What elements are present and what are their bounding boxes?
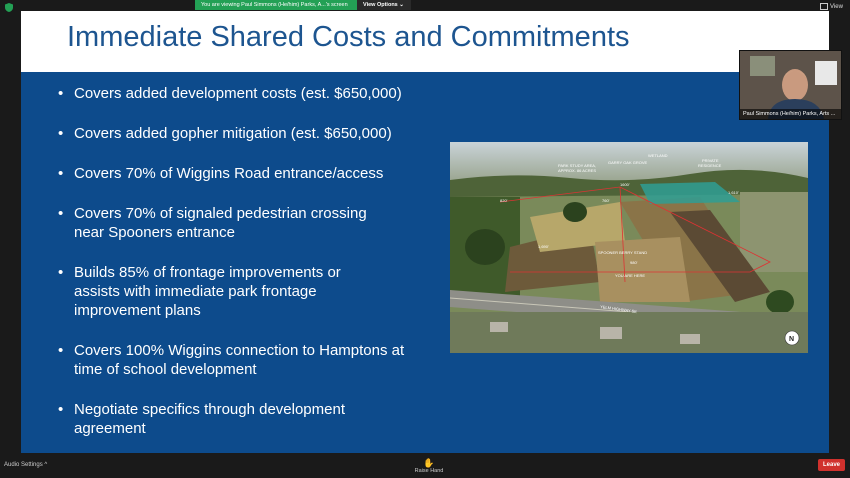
participant-name: Paul Simmons (He/him) Parks, Arts ...	[740, 109, 841, 119]
chevron-up-icon: ^	[44, 462, 48, 468]
shield-icon[interactable]	[5, 3, 13, 12]
map-label-you-are-here: YOU ARE HERE	[615, 273, 645, 278]
raise-hand-label: Raise Hand	[414, 468, 444, 474]
map-label-wetland: WETLAND	[648, 153, 668, 158]
zoom-bottom-bar: Audio Settings ^ ✋ Raise Hand Leave	[0, 455, 850, 478]
bullet-item: Covers added gopher mitigation (est. $65…	[58, 124, 438, 143]
bullet-item: Negotiate specifics through development a…	[58, 400, 438, 438]
north-label: N	[789, 336, 794, 343]
map-label-dim-2: 760'	[602, 198, 610, 203]
bullet-line: Covers 70% of Wiggins Road entrance/acce…	[74, 165, 384, 182]
leave-button[interactable]: Leave	[818, 459, 845, 471]
audio-settings-button[interactable]: Audio Settings ^	[4, 462, 47, 468]
audio-settings-label: Audio Settings	[4, 462, 43, 468]
map-label-dim-4: 1,610'	[728, 190, 739, 195]
zoom-top-bar: You are viewing Paul Simmons (He/him) Pa…	[0, 0, 850, 12]
slide-header: Immediate Shared Costs and Commitments	[21, 11, 829, 72]
viewing-banner: You are viewing Paul Simmons (He/him) Pa…	[195, 0, 359, 10]
hand-icon: ✋	[423, 458, 435, 468]
bullet-item: Builds 85% of frontage improvements or as…	[58, 263, 438, 320]
bullet-item: Covers added development costs (est. $65…	[58, 84, 438, 103]
bullet-item: Covers 70% of Wiggins Road entrance/acce…	[58, 164, 438, 183]
bullet-line: Covers 70% of signaled pedestrian crossi…	[74, 205, 367, 222]
participant-video[interactable]: Paul Simmons (He/him) Parks, Arts ...	[739, 50, 842, 120]
view-options-label: View Options	[363, 2, 398, 8]
bullet-line: Covers added gopher mitigation (est. $65…	[74, 125, 392, 142]
shared-screen-slide: Immediate Shared Costs and Commitments C…	[21, 11, 829, 453]
grid-view-icon	[820, 3, 828, 10]
map-label-garry-oak: GARRY OAK GROVE	[608, 160, 648, 165]
raise-hand-button[interactable]: ✋ Raise Hand	[414, 458, 444, 474]
map-label-dim-1: 1600'	[620, 182, 630, 187]
map-label-dim-5: 1,690'	[538, 244, 549, 249]
bullet-line: agreement	[74, 420, 146, 437]
map-label-spooner: SPOONER BERRY STAND	[598, 250, 647, 255]
aerial-site-map: WETLAND PARK STUDY AREA, APPROX. 86 ACRE…	[450, 142, 808, 353]
bullet-list: Covers added development costs (est. $65…	[58, 84, 438, 453]
bullet-line: assists with immediate park frontage	[74, 283, 317, 300]
map-label-dim-3: 980'	[630, 260, 638, 265]
bullet-line: Covers added development costs (est. $65…	[74, 85, 402, 102]
view-options-button[interactable]: View Options ⌄	[357, 0, 411, 10]
bullet-line: Covers 100% Wiggins connection to Hampto…	[74, 342, 405, 359]
bullet-item: Covers 100% Wiggins connection to Hampto…	[58, 341, 438, 379]
view-label: View	[830, 4, 843, 11]
bullet-line: time of school development	[74, 361, 257, 378]
bullet-line: Negotiate specifics through development	[74, 401, 345, 418]
view-button[interactable]: View	[820, 3, 843, 11]
bullet-line: near Spooners entrance	[74, 224, 235, 241]
bullet-item: Covers 70% of signaled pedestrian crossi…	[58, 204, 438, 242]
map-label-dim-6: 820'	[500, 198, 508, 203]
map-label-private-residence-2: RESIDENCE	[698, 163, 722, 168]
map-label-park-study-area-2: APPROX. 86 ACRES	[558, 168, 596, 173]
bullet-line: improvement plans	[74, 302, 201, 319]
slide-title: Immediate Shared Costs and Commitments	[67, 21, 630, 53]
bullet-line: Builds 85% of frontage improvements or	[74, 264, 341, 281]
